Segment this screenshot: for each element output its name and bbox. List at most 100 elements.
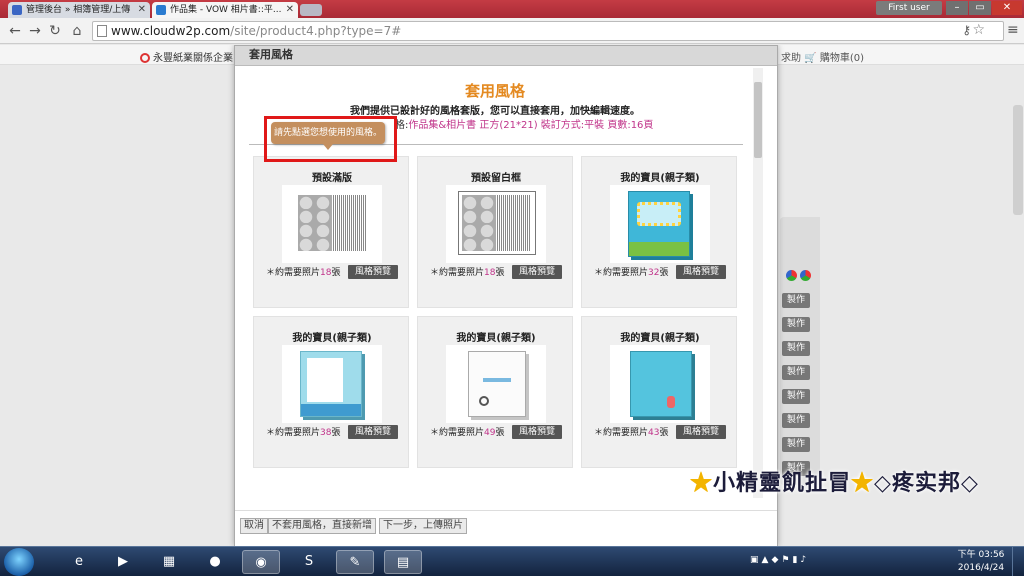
media-player-icon[interactable]: ▶ (104, 550, 142, 574)
style-preview-button[interactable]: 風格預覽 (676, 425, 726, 439)
style-preview-button[interactable]: 風格預覽 (512, 265, 562, 279)
ie-icon[interactable]: e (60, 550, 98, 574)
paint-icon[interactable]: ✎ (336, 550, 374, 574)
make-button[interactable]: 製作 (782, 437, 810, 452)
style-preview-button[interactable]: 風格預覽 (512, 425, 562, 439)
color-swatches (786, 270, 814, 284)
thumb-photo-grid (298, 195, 332, 251)
make-button[interactable]: 製作 (782, 293, 810, 308)
style-thumbnail[interactable] (610, 185, 710, 263)
card-title: 我的寶貝(親子類) (456, 333, 536, 344)
make-button[interactable]: 製作 (782, 413, 810, 428)
card-title: 我的寶貝(親子類) (292, 333, 372, 344)
volume-icon[interactable]: ♪ (800, 555, 809, 565)
style-preview-button[interactable]: 風格預覽 (676, 265, 726, 279)
forward-arrow-icon[interactable]: → (26, 22, 44, 40)
book-cover (468, 351, 526, 417)
blog-watermark: ★小精靈飢扯冒★◇疼实邦◇ (690, 470, 979, 496)
style-thumbnail[interactable] (446, 345, 546, 423)
cart-icon: 🛒 (804, 53, 817, 64)
photo-requirement: ＊約需要照片18張 (266, 268, 341, 278)
menu-icon[interactable]: ≡ (1007, 22, 1019, 38)
browser-tab-strip: 管理後台 » 相簿管理/上傳 ✕ 作品集 - VOW 相片書::平... ✕ F… (0, 0, 1024, 18)
show-desktop-button[interactable] (1012, 547, 1024, 576)
maximize-icon[interactable]: ▭ (969, 1, 991, 15)
tab-label: 作品集 - VOW 相片書::平... (170, 5, 282, 15)
make-button[interactable]: 製作 (782, 389, 810, 404)
taskbar-clock[interactable]: 下午 03:56 2016/4/24 (956, 549, 1006, 575)
thumb-photo-grid (462, 195, 496, 251)
book-cover (630, 351, 692, 417)
site-favicon-icon (156, 5, 166, 15)
brand-logo[interactable]: 永豐紙業關係企業 (140, 49, 233, 64)
dialog-title: 套用風格 (464, 82, 525, 100)
make-button[interactable]: 製作 (782, 341, 810, 356)
reload-icon[interactable]: ↻ (46, 22, 64, 40)
close-tab-icon[interactable]: ✕ (286, 2, 294, 18)
tray-icon[interactable]: ▲ (762, 555, 772, 565)
style-thumbnail[interactable] (610, 345, 710, 423)
url-text: www.cloudw2p.com/site/product4.php?type=… (111, 24, 402, 38)
style-card-baby-2[interactable]: 我的寶貝(親子類) ＊約需要照片38張 風格預覽 (253, 316, 409, 468)
style-thumbnail[interactable] (282, 345, 382, 423)
tab-product[interactable]: 作品集 - VOW 相片書::平... ✕ (152, 2, 298, 18)
user-profile-button[interactable]: First user (876, 1, 942, 15)
tray-icon[interactable]: ◆ (771, 555, 781, 565)
windows-taskbar: e ▶ ▦ ● ◉ S ✎ ▤ ▣▲◆⚑▮♪ 下午 03:56 2016/4/2… (0, 546, 1024, 576)
tab-admin[interactable]: 管理後台 » 相簿管理/上傳 ✕ (8, 2, 150, 18)
style-card-baby-4[interactable]: 我的寶貝(親子類) ＊約需要照片43張 風格預覽 (581, 316, 737, 468)
photo-requirement: ＊約需要照片18張 (430, 268, 505, 278)
minimize-icon[interactable]: – (946, 1, 968, 15)
page-scrollbar[interactable] (1013, 105, 1023, 215)
book-cover (628, 191, 690, 257)
back-arrow-icon[interactable]: ← (6, 22, 24, 40)
card-title: 預設滿版 (312, 173, 352, 184)
page-icon (97, 25, 107, 37)
help-link[interactable]: 求助 (781, 53, 801, 64)
address-bar[interactable]: www.cloudw2p.com/site/product4.php?type=… (92, 21, 1004, 41)
close-tab-icon[interactable]: ✕ (138, 2, 146, 18)
flag-icon[interactable]: ⚑ (781, 555, 792, 565)
browser-toolbar: ← → ↻ ⌂ www.cloudw2p.com/site/product4.p… (0, 18, 1024, 44)
style-card-baby-1[interactable]: 我的寶貝(親子類) ＊約需要照片32張 風格預覽 (581, 156, 737, 308)
clock-time: 下午 03:56 (957, 550, 1005, 560)
thumb-page-lines (496, 195, 530, 251)
photo-requirement: ＊約需要照片38張 (266, 428, 341, 438)
style-card-default-full[interactable]: 預設滿版 ＊約需要照片18張 風格預覽 (253, 156, 409, 308)
skip-style-button[interactable]: 不套用風格，直接新增 (268, 518, 376, 534)
site-favicon-icon (12, 5, 22, 15)
photo-requirement: ＊約需要照片32張 (594, 268, 669, 278)
product-spec: 格:作品集&相片書 正方(21*21) 裝訂方式:平裝 頁數:16頁 (395, 120, 654, 131)
site-topnav: 求助 🛒 購物車(0) (781, 49, 864, 64)
explorer-icon[interactable]: ▤ (384, 550, 422, 574)
style-thumbnail[interactable] (446, 185, 546, 263)
style-preview-button[interactable]: 風格預覽 (348, 425, 398, 439)
cart-link[interactable]: 購物車(0) (820, 53, 864, 64)
skype-icon[interactable]: S (290, 550, 328, 574)
dialog-scroll-thumb[interactable] (754, 82, 762, 158)
cancel-button[interactable]: 取消 (240, 518, 268, 534)
highlight-annotation (264, 116, 397, 162)
key-icon[interactable]: ⚷ (962, 23, 971, 37)
style-card-baby-3[interactable]: 我的寶貝(親子類) ＊約需要照片49張 風格預覽 (417, 316, 573, 468)
office-icon[interactable]: ▦ (150, 550, 188, 574)
next-upload-button[interactable]: 下一步，上傳照片 (379, 518, 467, 534)
home-icon[interactable]: ⌂ (68, 22, 86, 40)
tray-icon[interactable]: ▣ (750, 555, 762, 565)
close-window-icon[interactable]: ✕ (992, 1, 1022, 15)
make-button[interactable]: 製作 (782, 317, 810, 332)
card-title: 我的寶貝(親子類) (620, 173, 700, 184)
style-thumbnail[interactable] (282, 185, 382, 263)
card-title: 我的寶貝(親子類) (620, 333, 700, 344)
bookmark-star-icon[interactable]: ☆ (972, 22, 985, 38)
color-wheel-icon[interactable] (800, 270, 811, 281)
color-wheel-icon[interactable] (786, 270, 797, 281)
photo-requirement: ＊約需要照片43張 (594, 428, 669, 438)
style-preview-button[interactable]: 風格預覽 (348, 265, 398, 279)
windows-start-icon[interactable] (4, 548, 34, 576)
make-button[interactable]: 製作 (782, 365, 810, 380)
style-card-default-border[interactable]: 預設留白框 ＊約需要照片18張 風格預覽 (417, 156, 573, 308)
chrome-icon[interactable]: ◉ (242, 550, 280, 574)
new-tab-button[interactable] (300, 4, 322, 16)
line-app-icon[interactable]: ● (196, 550, 234, 574)
